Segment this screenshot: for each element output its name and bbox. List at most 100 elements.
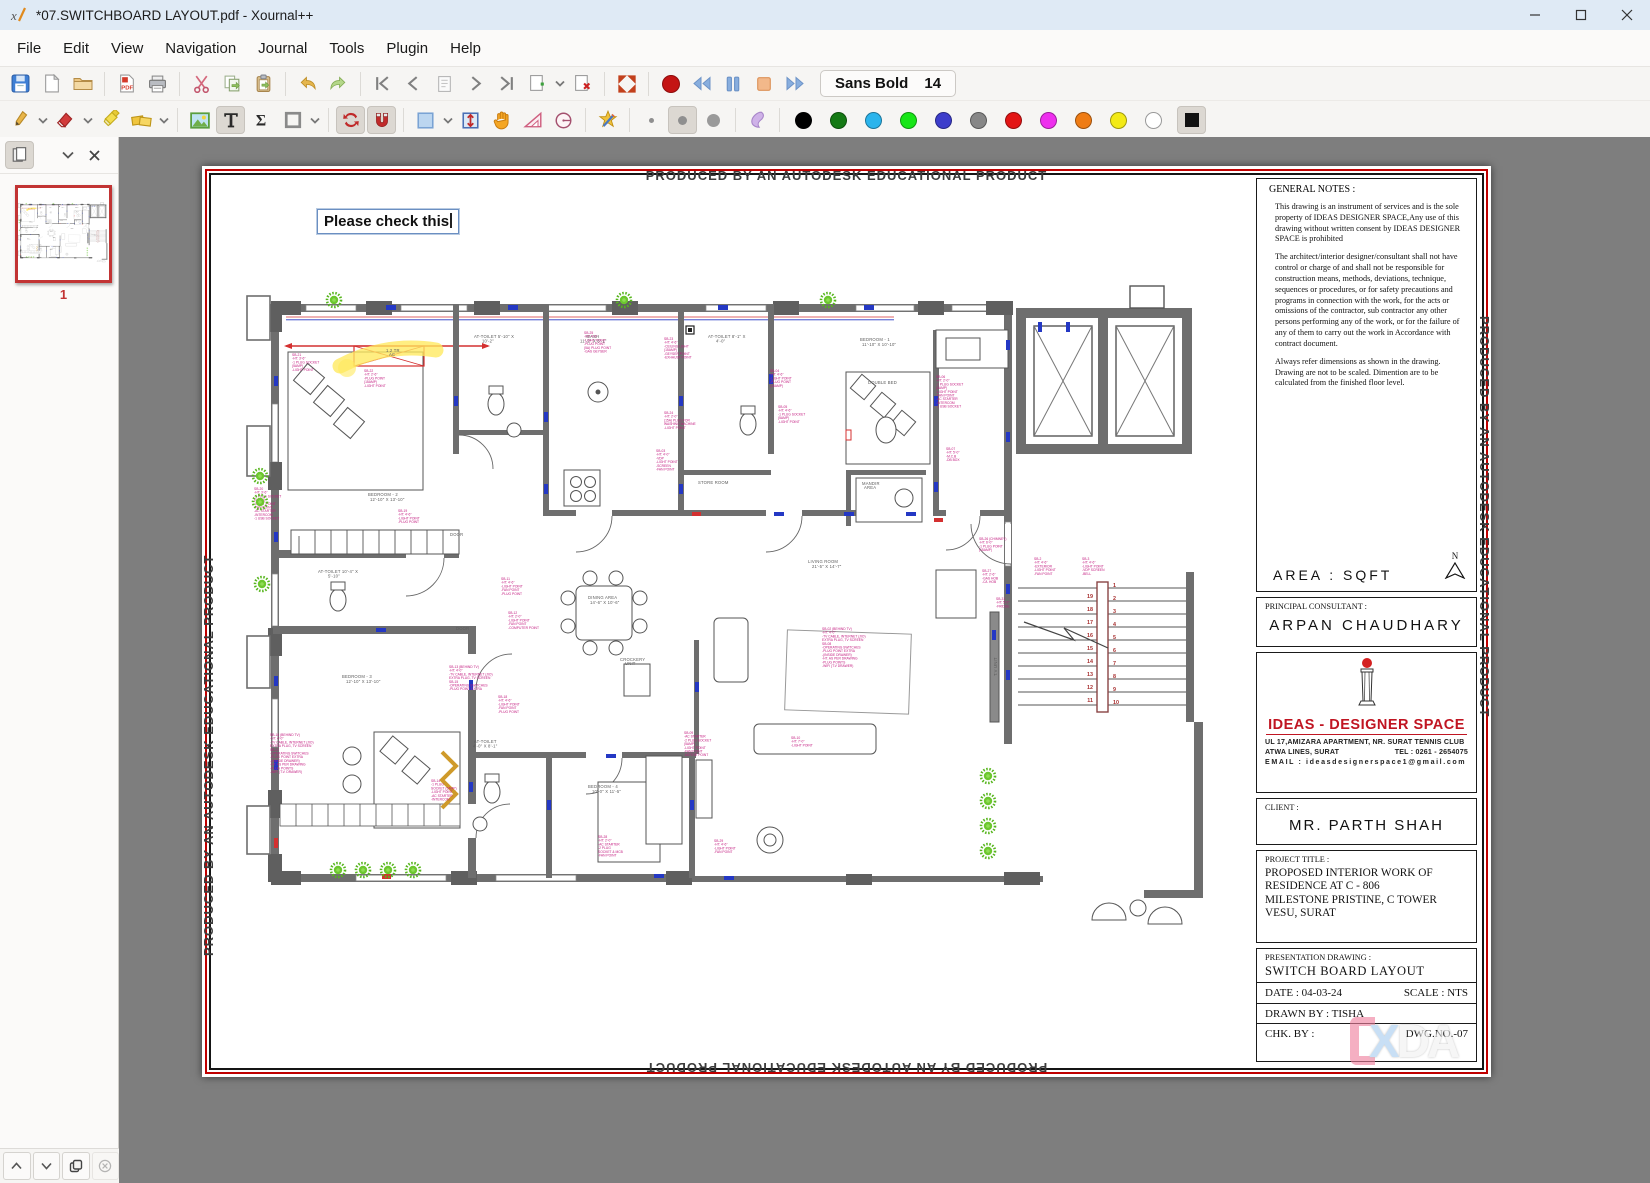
color-orange[interactable] [1075, 112, 1092, 129]
menu-edit[interactable]: Edit [52, 36, 100, 61]
thickness-thick-button[interactable] [699, 106, 728, 134]
open-folder-button[interactable] [68, 70, 97, 98]
delete-page-button[interactable] [568, 70, 597, 98]
paste-button[interactable] [249, 70, 278, 98]
highlighter-tool-button[interactable] [96, 106, 125, 134]
menu-help[interactable]: Help [439, 36, 492, 61]
color-green[interactable] [830, 112, 847, 129]
minimize-button[interactable] [1512, 0, 1558, 30]
color-lightblue[interactable] [865, 112, 882, 129]
menu-journal[interactable]: Journal [247, 36, 318, 61]
save-button[interactable] [6, 70, 35, 98]
eraser-tool-button[interactable] [51, 106, 80, 134]
menu-view[interactable]: View [100, 36, 154, 61]
color-lime[interactable] [900, 112, 917, 129]
new-page-dropdown[interactable] [553, 71, 567, 97]
color-gray[interactable] [970, 112, 987, 129]
fill-tool-button[interactable] [743, 106, 772, 134]
grid-snap-button[interactable] [367, 106, 396, 134]
text-annotation-box[interactable]: Please check this [317, 209, 459, 234]
select-region-button[interactable] [411, 106, 440, 134]
document-canvas[interactable]: PRODUCED BY AN AUTODESK EDUCATIONAL PROD… [119, 137, 1650, 1183]
menu-file[interactable]: File [6, 36, 52, 61]
preview-layers-icon[interactable] [5, 141, 34, 169]
hand-tool-button[interactable] [487, 106, 516, 134]
select-options-dropdown[interactable] [308, 107, 322, 133]
tex-tool-button[interactable]: Σ [247, 106, 276, 134]
svg-text:SB-06-HT: 2'-0"-1 PLUG SOCKET(: SB-06-HT: 2'-0"-1 PLUG SOCKET(5AMP)-LIGH… [82, 210, 85, 214]
color-blue[interactable] [935, 112, 952, 129]
font-size: 14 [924, 75, 941, 92]
fullscreen-button[interactable] [612, 70, 641, 98]
svg-text:17: 17 [1087, 620, 1093, 626]
sidebar-dropdown[interactable] [61, 142, 75, 168]
print-button[interactable] [143, 70, 172, 98]
svg-text:AT-TOILET 5'-10" X: AT-TOILET 5'-10" X [39, 206, 43, 207]
thickness-medium-button[interactable] [668, 106, 697, 134]
color-red[interactable] [1005, 112, 1022, 129]
shapes-tool-button[interactable] [127, 106, 156, 134]
stop-button[interactable] [749, 70, 778, 98]
select-rect-tool-button[interactable] [278, 106, 307, 134]
shapes-options-dropdown[interactable] [157, 107, 171, 133]
svg-text:SB-04-HT: 4'-6"-LIGHT POINT-PL: SB-04-HT: 4'-6"-LIGHT POINT-PLUG POINT(1… [67, 209, 70, 211]
text-tool-button[interactable] [216, 106, 245, 134]
new-page-after-button[interactable] [523, 70, 552, 98]
select-region-dropdown[interactable] [441, 107, 455, 133]
next-page-button[interactable] [461, 70, 490, 98]
forward-button[interactable] [780, 70, 809, 98]
maximize-button[interactable] [1558, 0, 1604, 30]
color-black[interactable] [795, 112, 812, 129]
copy-button[interactable] [218, 70, 247, 98]
cut-button[interactable] [187, 70, 216, 98]
previous-page-button[interactable] [399, 70, 428, 98]
first-page-button[interactable] [368, 70, 397, 98]
color-white[interactable] [1145, 112, 1162, 129]
svg-text:7: 7 [1113, 661, 1116, 667]
font-selector-button[interactable]: Sans Bold 14 [820, 70, 956, 97]
svg-text:AC: AC [389, 352, 395, 357]
export-pdf-button[interactable]: PDF [112, 70, 141, 98]
shape-recognizer-button[interactable] [593, 106, 622, 134]
menu-navigation[interactable]: Navigation [154, 36, 247, 61]
sidebar-close-icon[interactable] [87, 142, 101, 168]
eraser-options-dropdown[interactable] [81, 107, 95, 133]
duplicate-page-button[interactable] [62, 1152, 90, 1180]
thickness-fine-button[interactable] [637, 106, 666, 134]
goto-page-button[interactable] [430, 70, 459, 98]
rotation-snap-button[interactable] [336, 106, 365, 134]
close-button[interactable] [1604, 0, 1650, 30]
setsquare-tool-button[interactable] [518, 106, 547, 134]
pen-options-dropdown[interactable] [36, 107, 50, 133]
compass-tool-button[interactable] [549, 106, 578, 134]
insert-image-button[interactable] [185, 106, 214, 134]
page-down-button[interactable] [33, 1152, 61, 1180]
svg-text:SB-2-HT: 4'-6"-EXTERIOR-LIGHT: SB-2-HT: 4'-6"-EXTERIOR-LIGHT POINT-FAN … [92, 227, 95, 229]
pdf-page[interactable]: PRODUCED BY AN AUTODESK EDUCATIONAL PROD… [202, 166, 1491, 1077]
svg-text:8: 8 [99, 238, 100, 239]
pause-button[interactable] [718, 70, 747, 98]
vertical-space-button[interactable] [456, 106, 485, 134]
color-magenta[interactable] [1040, 112, 1057, 129]
svg-text:BEDROOM - 3: BEDROOM - 3 [27, 238, 30, 239]
page-up-button[interactable] [3, 1152, 31, 1180]
page-thumbnail[interactable]: BEDROOM - 212'-10" X 13'-10"AT-TOILET 5'… [15, 185, 112, 302]
delete-page-sidebar-button[interactable] [92, 1152, 120, 1180]
svg-text:14: 14 [1087, 659, 1093, 665]
presentation-box: PRESENTATION DRAWING : SWITCH BOARD LAYO… [1256, 948, 1477, 1062]
svg-text:AT-TOILET 5'-10" X: AT-TOILET 5'-10" X [474, 334, 514, 339]
color-chooser-button[interactable] [1177, 106, 1206, 134]
svg-text:SB-2-HT: 4'-6"-EXTERIOR-LIGHT: SB-2-HT: 4'-6"-EXTERIOR-LIGHT POINT-FAN … [1034, 557, 1056, 576]
pen-tool-button[interactable] [6, 106, 35, 134]
rewind-button[interactable] [687, 70, 716, 98]
redo-button[interactable] [324, 70, 353, 98]
new-document-button[interactable] [37, 70, 66, 98]
menu-tools[interactable]: Tools [318, 36, 375, 61]
project-line4: VESU, SURAT [1265, 907, 1468, 920]
menu-plugin[interactable]: Plugin [375, 36, 439, 61]
svg-text:10'-0" X 11'-5": 10'-0" X 11'-5" [592, 789, 621, 794]
undo-button[interactable] [293, 70, 322, 98]
color-yellow[interactable] [1110, 112, 1127, 129]
last-page-button[interactable] [492, 70, 521, 98]
record-audio-button[interactable] [656, 70, 685, 98]
